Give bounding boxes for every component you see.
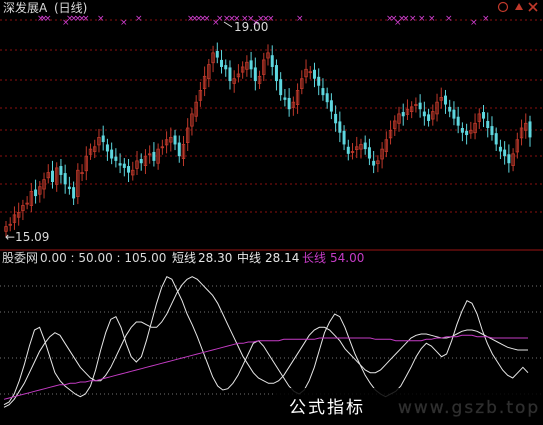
candle-body-down	[346, 146, 350, 154]
candle-body-down	[456, 116, 460, 126]
candle-body-down	[486, 120, 490, 128]
candle-body-down	[363, 142, 367, 150]
candle-body-down	[287, 97, 291, 110]
candle-body-down	[507, 154, 511, 164]
candle-body-down	[494, 133, 498, 145]
high-price-label: 19.00	[234, 20, 268, 34]
long-line-label: 长线	[302, 251, 326, 265]
signal-marker: ×	[418, 14, 426, 24]
signal-marker: ×	[445, 14, 453, 24]
candle-body-down	[418, 102, 422, 110]
candle-body-down	[177, 142, 181, 157]
candle-body-down	[325, 93, 329, 103]
candle-body-down	[317, 76, 321, 86]
candle-body-down	[105, 144, 109, 152]
candle-body-down	[173, 135, 177, 145]
candle-body-down	[59, 166, 63, 175]
watermark: 公式指标 www.gszb.top	[275, 388, 543, 425]
candle-body-down	[114, 156, 118, 161]
candle-body-down	[228, 67, 232, 82]
indicator-levels: 0.00 : 50.00 : 105.00	[40, 251, 166, 265]
signal-marker: ×	[203, 14, 211, 24]
candle-body-down	[443, 95, 447, 105]
candle-body-down	[401, 112, 405, 117]
signal-marker: ×	[296, 14, 304, 24]
short-line-value: 28.30	[198, 251, 232, 265]
candle-body-down	[427, 114, 431, 121]
candle-body-down	[127, 166, 131, 173]
candle-body-down	[67, 186, 71, 190]
candle-body-down	[334, 113, 338, 124]
mid-line-value: 28.14	[265, 251, 299, 265]
signal-marker: ×	[97, 14, 105, 24]
candle-body-down	[270, 55, 274, 67]
candle-body-down	[224, 65, 228, 70]
candle-body-down	[152, 151, 156, 161]
candle-body-down	[503, 149, 507, 157]
candle-body-down	[482, 112, 486, 119]
candle-body-down	[122, 163, 126, 168]
indicator-name: 股委网	[2, 251, 38, 265]
candle-body-down	[465, 130, 469, 136]
candle-body-down	[321, 88, 325, 96]
candle-body-down	[101, 135, 105, 143]
signal-marker: ×	[409, 14, 417, 24]
candle-body-down	[452, 109, 456, 119]
candle-body-down	[367, 147, 371, 159]
candle-body-down	[498, 146, 502, 152]
candle-body-down	[118, 163, 122, 166]
candle-body-down	[422, 111, 426, 117]
candle-body-down	[329, 100, 333, 112]
low-price-label: ←15.09	[5, 230, 49, 244]
candle-body-down	[63, 173, 67, 185]
candle-body-down	[283, 97, 287, 100]
watermark-site: www.gszb.top	[398, 398, 540, 418]
signal-marker: ×	[44, 14, 52, 24]
period-label: (日线)	[54, 1, 87, 15]
candle-body-down	[279, 79, 283, 96]
signal-marker: ×	[470, 18, 478, 28]
signal-marker: ×	[120, 18, 128, 28]
candle-body-down	[249, 60, 253, 70]
candle-body-down	[220, 59, 224, 67]
candle-body-down	[253, 67, 257, 82]
candle-body-down	[215, 50, 219, 58]
long-line-value: 54.00	[330, 251, 364, 265]
signal-marker: ×	[135, 14, 143, 24]
candle-body-down	[274, 65, 278, 82]
stock-title: 深发展A	[3, 0, 48, 15]
candle-body-down	[460, 128, 464, 133]
candle-body-down	[448, 106, 452, 112]
short-line-label: 短线	[172, 251, 196, 265]
candle-body-down	[372, 160, 376, 166]
signal-marker: ×	[82, 14, 90, 24]
candle-body-down	[139, 158, 143, 164]
candle-body-down	[34, 189, 38, 197]
signal-marker: ×	[482, 14, 490, 24]
signal-marker: ×	[428, 14, 436, 24]
stock-chart: ××× ×××××× × × × ××××× ×× ××× ×××××× × ××××× × × × × × ×…	[0, 0, 543, 425]
candle-body-down	[312, 69, 316, 79]
candle-body-down	[528, 121, 532, 138]
candle-body-down	[50, 170, 54, 182]
candle-body-down	[110, 149, 114, 159]
candle-body-down	[490, 126, 494, 136]
mid-line-label: 中线	[237, 250, 261, 265]
candle-body-down	[338, 121, 342, 133]
candle-body-down	[72, 187, 76, 199]
candle-body-down	[342, 130, 346, 145]
watermark-cn: 公式指标	[289, 398, 365, 418]
